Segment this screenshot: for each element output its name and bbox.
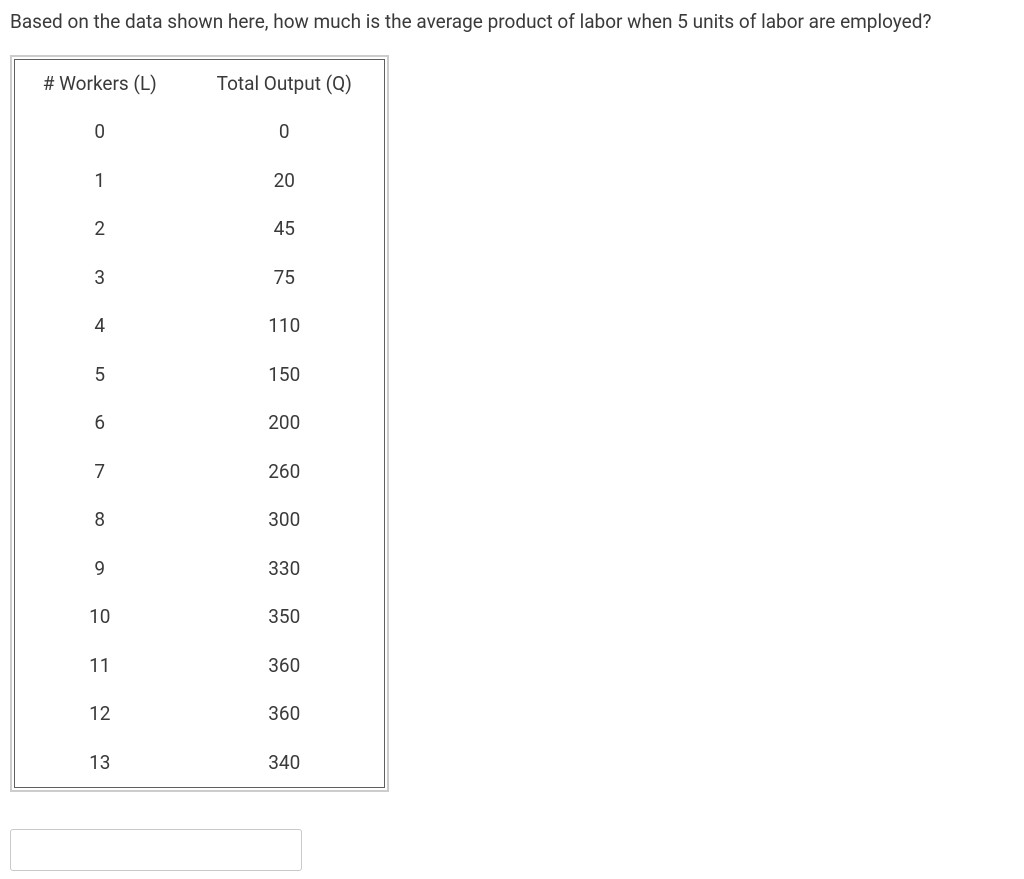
data-table-container: # Workers (L) Total Output (Q) 001202453… (10, 55, 389, 793)
question-text: Based on the data shown here, how much i… (10, 8, 1014, 37)
cell-workers: 8 (15, 496, 185, 545)
cell-output: 20 (185, 157, 385, 206)
cell-output: 330 (185, 545, 385, 594)
cell-workers: 2 (15, 205, 185, 254)
cell-output: 0 (185, 108, 385, 157)
cell-workers: 6 (15, 399, 185, 448)
cell-output: 45 (185, 205, 385, 254)
cell-workers: 0 (15, 108, 185, 157)
table-row: 00 (15, 108, 385, 157)
cell-workers: 11 (15, 642, 185, 691)
cell-workers: 1 (15, 157, 185, 206)
cell-workers: 7 (15, 448, 185, 497)
table-row: 12360 (15, 690, 385, 739)
table-row: 13340 (15, 739, 385, 788)
table-row: 120 (15, 157, 385, 206)
cell-output: 75 (185, 254, 385, 303)
cell-output: 300 (185, 496, 385, 545)
table-row: 375 (15, 254, 385, 303)
table-row: 11360 (15, 642, 385, 691)
table-row: 8300 (15, 496, 385, 545)
cell-workers: 3 (15, 254, 185, 303)
data-table: # Workers (L) Total Output (Q) 001202453… (14, 59, 385, 789)
cell-output: 260 (185, 448, 385, 497)
cell-workers: 5 (15, 351, 185, 400)
table-row: 9330 (15, 545, 385, 594)
cell-workers: 13 (15, 739, 185, 788)
cell-output: 150 (185, 351, 385, 400)
cell-workers: 12 (15, 690, 185, 739)
table-row: 7260 (15, 448, 385, 497)
cell-workers: 10 (15, 593, 185, 642)
cell-workers: 4 (15, 302, 185, 351)
table-row: 6200 (15, 399, 385, 448)
cell-output: 360 (185, 642, 385, 691)
header-output: Total Output (Q) (185, 59, 385, 108)
cell-output: 200 (185, 399, 385, 448)
cell-output: 350 (185, 593, 385, 642)
table-row: 5150 (15, 351, 385, 400)
cell-output: 360 (185, 690, 385, 739)
cell-output: 340 (185, 739, 385, 788)
table-row: 245 (15, 205, 385, 254)
cell-workers: 9 (15, 545, 185, 594)
answer-input[interactable] (10, 829, 302, 871)
header-workers: # Workers (L) (15, 59, 185, 108)
table-row: 10350 (15, 593, 385, 642)
table-row: 4110 (15, 302, 385, 351)
cell-output: 110 (185, 302, 385, 351)
